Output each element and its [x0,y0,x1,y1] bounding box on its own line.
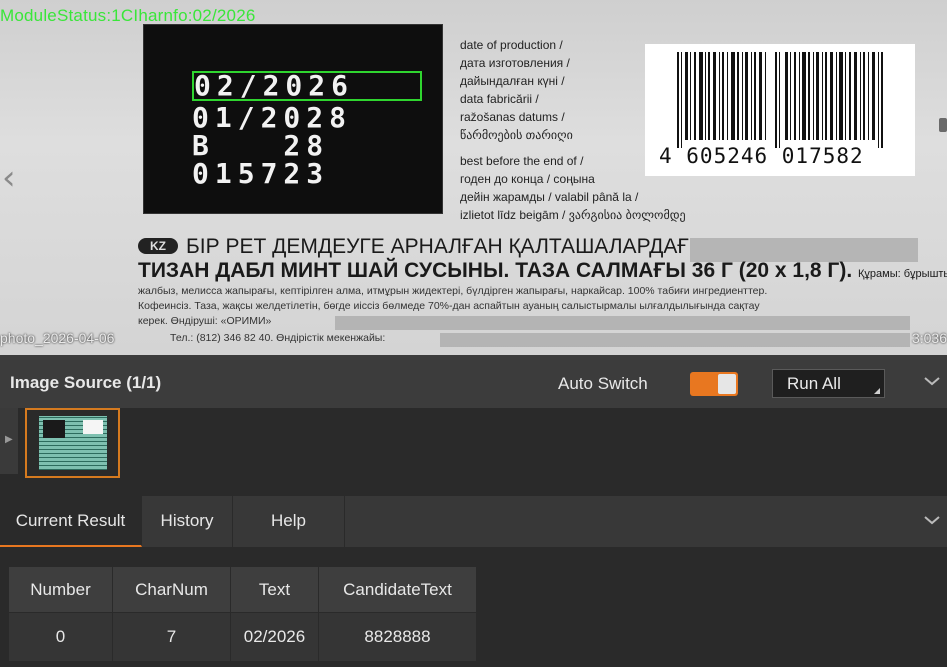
package-body-line: Тел.: (812) 346 82 40. Өндірістік мекенж… [170,332,386,344]
chevron-down-icon[interactable] [924,512,940,530]
table-header-row: Number CharNum Text CandidateText [8,566,477,613]
image-source-header: Image Source (1/1) Auto Switch Run All [0,355,947,408]
blurred-region [335,316,910,330]
cell-number: 0 [8,612,113,662]
scroll-handle[interactable] [939,118,947,132]
toggle-knob [718,374,736,394]
result-tab-bar: Current Result History Help [0,496,947,547]
tab-help[interactable]: Help [233,496,345,547]
side-label-line: дата изготовления / [460,56,570,70]
cell-candidatetext: 8828888 [318,612,477,662]
package-body-line: керек. Өндіруші: «ОРИМИ» [138,315,272,327]
package-subheading-tail: Құрамы: бұрышты [858,268,947,280]
column-header-number[interactable]: Number [8,566,113,613]
side-label-line: data fabricării / [460,92,539,106]
run-all-label: Run All [787,374,841,393]
auto-switch-label: Auto Switch [558,374,648,393]
photo-filename: photo_2026-04-06 [0,330,115,346]
module-status-overlay: ModuleStatus:1CIharnfo:02/2026 [0,6,256,25]
package-body-line: жалбыз, мелисса жапырағы, кептірілген ал… [138,285,768,297]
kz-language-badge: KZ [138,238,178,254]
cell-text: 02/2026 [230,612,319,662]
chevron-left-icon[interactable]: ‹ [2,158,16,198]
thumbnail-dark-region [43,420,65,438]
column-header-charnum[interactable]: CharNum [112,566,231,613]
photo-caption-right: 3:036 [911,330,947,346]
column-header-text[interactable]: Text [230,566,319,613]
side-label-line: date of production / [460,38,563,52]
lot-number-text: 015723 [192,157,330,190]
result-table: Number CharNum Text CandidateText 0 7 02… [8,566,477,662]
chevron-down-icon[interactable] [924,373,940,391]
barcode-number: 4 605246 017582 [659,144,864,168]
tab-history[interactable]: History [142,496,233,547]
cell-charnum: 7 [112,612,231,662]
dropdown-caret-icon [874,388,880,394]
recognized-date-text: 02/2026 [194,69,355,102]
package-body-line: Кофеинсіз. Таза, жақсы желдетілетін, бөг… [138,300,760,312]
side-label-line: izlietot līdz beigām / ვარგისია ბოლომდე [460,208,686,222]
image-thumbnail[interactable] [25,408,120,478]
table-row[interactable]: 0 7 02/2026 8828888 [8,612,477,662]
barcode-label: 4 605246 017582 [645,44,915,176]
thumbnail-preview [39,416,107,470]
blurred-region [440,333,910,347]
side-label-line: ražošanas datums / [460,110,565,124]
side-label-line: წარმოების თარიღი [460,128,573,142]
package-subheading: ТИЗАН ДАБЛ МИНТ ШАЙ СУСЫНЫ. ТАЗА САЛМАҒЫ… [138,259,947,283]
column-header-candidatetext[interactable]: CandidateText [318,566,477,613]
image-viewer[interactable]: ModuleStatus:1CIharnfo:02/2026 ‹ 02/2026… [0,0,947,355]
auto-switch-toggle[interactable] [690,372,738,396]
side-label-line: дайындалған күні / [460,74,565,88]
side-label-line: годен до конца / соңына [460,172,595,186]
printed-date-area: 02/2026 01/2028 B 28 015723 [143,24,443,214]
tab-current-result[interactable]: Current Result [0,496,142,547]
result-panel: Number CharNum Text CandidateText 0 7 02… [0,547,947,667]
barcode-icon [677,52,883,148]
side-label-line: best before the end of / [460,154,584,168]
package-subheading-main: ТИЗАН ДАБЛ МИНТ ШАЙ СУСЫНЫ. ТАЗА САЛМАҒЫ… [138,259,853,282]
image-source-title: Image Source (1/1) [10,373,162,392]
thumbnail-barcode-region [83,420,103,434]
app-window: ModuleStatus:1CIharnfo:02/2026 ‹ 02/2026… [0,0,947,667]
run-all-button[interactable]: Run All [772,369,885,398]
package-heading: БІР РЕТ ДЕМДЕУГЕ АРНАЛҒАН ҚАЛТАШАЛАРДАҒЫ [186,235,708,258]
caret-right-icon[interactable]: ▶ [0,408,18,474]
thumbnail-strip: ▶ [0,408,947,496]
side-label-line: дейін жарамды / valabil până la / [460,190,639,204]
